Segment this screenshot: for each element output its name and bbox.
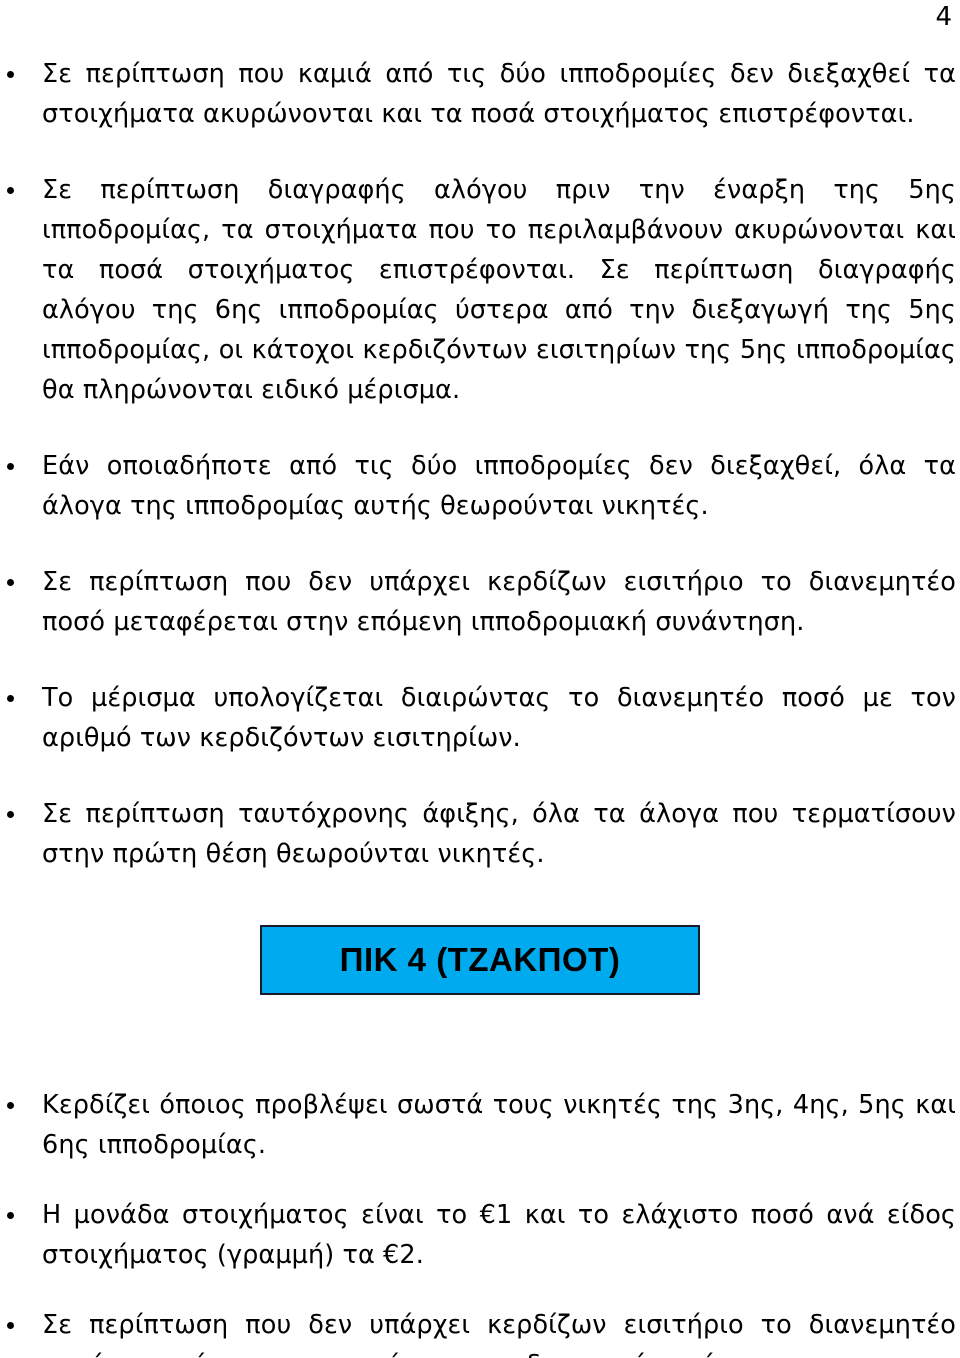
- list-item: Εάν οποιαδήποτε από τις δύο ιπποδροµίες …: [0, 446, 960, 526]
- document-page: 4 Σε περίπτωση που καμιά από τις δύο ιππ…: [0, 0, 960, 1358]
- list-item: Το µέρισµα υπολογίζεται διαιρώντας το δι…: [0, 678, 960, 758]
- list-item: Κερδίζει όποιος προβλέψει σωστά τους νικ…: [0, 1085, 960, 1165]
- bullet-text: Κερδίζει όποιος προβλέψει σωστά τους νικ…: [42, 1090, 956, 1160]
- lower-rules-section: Κερδίζει όποιος προβλέψει σωστά τους νικ…: [0, 1085, 960, 1358]
- bullet-text: Σε περίπτωση ταυτόχρονης άφιξης, όλα τα …: [42, 799, 956, 869]
- upper-rules-section: Σε περίπτωση που καμιά από τις δύο ιπποδ…: [0, 54, 960, 874]
- list-item: Η µονάδα στοιχήµατος είναι το €1 και το …: [0, 1195, 960, 1275]
- list-item: Σε περίπτωση που δεν υπάρχει κερδίζων ει…: [0, 562, 960, 642]
- section-title-box: ΠΙΚ 4 (ΤΖΑΚΠΟΤ): [260, 925, 700, 995]
- lower-bullet-list: Κερδίζει όποιος προβλέψει σωστά τους νικ…: [0, 1085, 960, 1358]
- bullet-text: Σε περίπτωση που καμιά από τις δύο ιπποδ…: [42, 59, 956, 129]
- section-title-label: ΠΙΚ 4 (ΤΖΑΚΠΟΤ): [339, 941, 621, 978]
- list-item: Σε περίπτωση που δεν υπάρχει κερδίζων ει…: [0, 1305, 960, 1358]
- list-item: Σε περίπτωση ταυτόχρονης άφιξης, όλα τα …: [0, 794, 960, 874]
- page-number: 4: [935, 2, 952, 32]
- bullet-text: Το µέρισµα υπολογίζεται διαιρώντας το δι…: [42, 683, 956, 753]
- bullet-text: Η µονάδα στοιχήµατος είναι το €1 και το …: [42, 1200, 956, 1270]
- section-title-container: ΠΙΚ 4 (ΤΖΑΚΠΟΤ): [0, 925, 960, 995]
- upper-bullet-list: Σε περίπτωση που καμιά από τις δύο ιπποδ…: [0, 54, 960, 874]
- bullet-text: Σε περίπτωση που δεν υπάρχει κερδίζων ει…: [42, 1310, 956, 1358]
- list-item: Σε περίπτωση διαγραφής αλόγου πριν την έ…: [0, 170, 960, 410]
- bullet-text: Σε περίπτωση διαγραφής αλόγου πριν την έ…: [42, 175, 956, 405]
- list-item: Σε περίπτωση που καμιά από τις δύο ιπποδ…: [0, 54, 960, 134]
- bullet-text: Εάν οποιαδήποτε από τις δύο ιπποδροµίες …: [42, 451, 956, 521]
- bullet-text: Σε περίπτωση που δεν υπάρχει κερδίζων ει…: [42, 567, 956, 637]
